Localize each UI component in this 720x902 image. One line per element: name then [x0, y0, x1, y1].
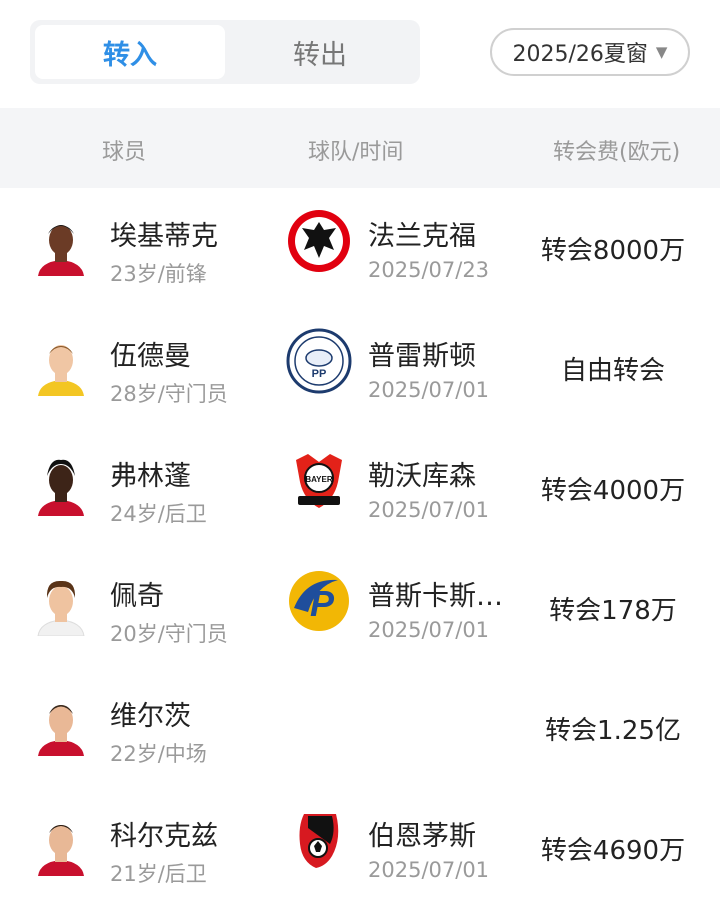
transfer-fee: 转会1.25亿 [545, 716, 681, 746]
transfer-fee: 自由转会 [560, 356, 665, 386]
player-avatar [30, 214, 92, 276]
table-row[interactable]: 埃基蒂克 23岁/前锋 法兰克福 2025/07/23 转会8000万 [0, 190, 720, 310]
svg-text:PP: PP [312, 368, 327, 380]
player-avatar [30, 694, 92, 756]
player-name: 佩奇 [110, 581, 164, 612]
team-name: 勒沃库森 [368, 461, 476, 492]
player-age-position: 23岁/前锋 [110, 262, 207, 286]
table-row[interactable]: 科尔克兹 21岁/后卫 伯恩茅斯 2025/07/01 转会4690万 [0, 790, 720, 902]
player-avatar [30, 814, 92, 876]
table-row[interactable]: 弗林蓬 24岁/后卫 BAYER 勒沃库森 2025/07/01 转会4000万 [0, 430, 720, 550]
season-dropdown[interactable]: 2025/26夏窗 ▼ [490, 28, 690, 76]
chevron-down-icon: ▼ [655, 43, 668, 61]
team-name: 普斯卡斯… [368, 581, 503, 612]
preston-north-end-crest-icon: PP [286, 328, 352, 394]
player-name: 伍德曼 [110, 341, 191, 372]
transfer-date: 2025/07/01 [368, 618, 490, 642]
transfer-date: 2025/07/01 [368, 498, 490, 522]
player-avatar [30, 574, 92, 636]
column-header-fee: 转会费(欧元) [553, 140, 681, 165]
player-name: 弗林蓬 [110, 461, 191, 492]
eintracht-frankfurt-crest-icon [286, 208, 352, 274]
player-name: 科尔克兹 [110, 821, 218, 852]
table-row[interactable]: 佩奇 20岁/守门员 P 普斯卡斯… 2025/07/01 转会178万 [0, 550, 720, 670]
table-header: 球员 球队/时间 转会费(欧元) [0, 108, 720, 188]
puskas-akademia-crest-icon: P [286, 568, 352, 634]
transfer-fee: 转会4000万 [540, 476, 686, 506]
table-row[interactable]: 维尔茨 22岁/中场 转会1.25亿 [0, 670, 720, 790]
player-age-position: 20岁/守门员 [110, 622, 228, 646]
team-name: 普雷斯顿 [368, 341, 476, 372]
tab-transfer-in[interactable]: 转入 [35, 25, 225, 79]
afc-bournemouth-crest-icon [286, 808, 352, 874]
column-header-team: 球队/时间 [308, 140, 404, 165]
transfer-date: 2025/07/23 [368, 258, 490, 282]
tab-transfer-out[interactable]: 转出 [225, 25, 415, 79]
season-label: 2025/26夏窗 [512, 42, 648, 67]
svg-text:BAYER: BAYER [305, 475, 332, 484]
team-name: 法兰克福 [368, 221, 476, 252]
player-avatar [30, 454, 92, 516]
bayer-leverkusen-crest-icon: BAYER [286, 448, 352, 514]
team-name: 伯恩茅斯 [368, 821, 476, 852]
svg-text:P: P [310, 583, 335, 624]
player-age-position: 22岁/中场 [110, 742, 207, 766]
transfer-fee: 转会178万 [549, 596, 677, 626]
player-name: 维尔茨 [110, 701, 191, 732]
player-name: 埃基蒂克 [110, 221, 218, 252]
transfer-fee: 转会4690万 [540, 836, 686, 866]
transfer-date: 2025/07/01 [368, 378, 490, 402]
player-age-position: 28岁/守门员 [110, 382, 228, 406]
player-age-position: 24岁/后卫 [110, 502, 207, 526]
column-header-player: 球员 [102, 140, 147, 165]
player-age-position: 21岁/后卫 [110, 862, 207, 886]
transfer-direction-tabs: 转入 转出 [30, 20, 420, 84]
transfer-date: 2025/07/01 [368, 858, 490, 882]
transfer-fee: 转会8000万 [540, 236, 686, 266]
player-avatar [30, 334, 92, 396]
table-row[interactable]: 伍德曼 28岁/守门员 PP 普雷斯顿 2025/07/01 自由转会 [0, 310, 720, 430]
